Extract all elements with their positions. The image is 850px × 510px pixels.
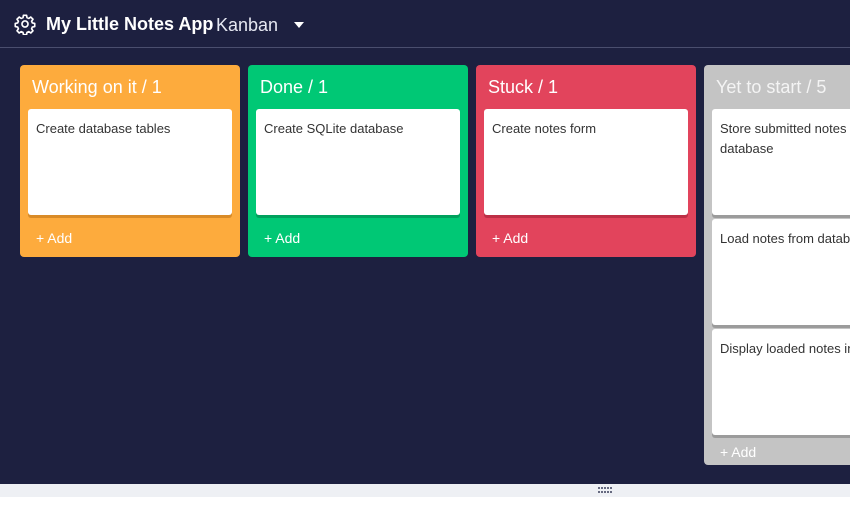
note-card[interactable]: Create SQLite database [256, 109, 460, 215]
add-note-button[interactable]: + Add [720, 443, 756, 461]
app-window: My Little Notes App Kanban Working on it… [0, 0, 850, 484]
note-card[interactable]: Load notes from databa [712, 219, 850, 325]
app-header: My Little Notes App Kanban [0, 0, 850, 48]
add-note-button[interactable]: + Add [264, 229, 300, 247]
column-done: Done / 1 Create SQLite database + Add [248, 65, 468, 257]
column-stuck: Stuck / 1 Create notes form + Add [476, 65, 696, 257]
kanban-board: Working on it / 1 Create database tables… [0, 49, 850, 484]
column-title: Working on it / 1 [32, 77, 162, 97]
app-title: My Little Notes App [46, 14, 214, 34]
add-note-button[interactable]: + Add [492, 229, 528, 247]
caret-down-icon [294, 22, 305, 28]
column-title: Stuck / 1 [488, 77, 559, 97]
note-card[interactable]: Display loaded notes in [712, 329, 850, 435]
view-selector-label: Kanban [216, 15, 279, 35]
gear-icon[interactable] [14, 13, 36, 35]
column-title: Yet to start / 5 [716, 77, 827, 97]
add-note-button[interactable]: + Add [36, 229, 72, 247]
column-yet-to-start: Yet to start / 5 Store submitted notes i… [704, 65, 850, 465]
column-working-on-it: Working on it / 1 Create database tables… [20, 65, 240, 257]
resize-footer [0, 484, 850, 497]
note-card[interactable]: Create database tables [28, 109, 232, 215]
column-title: Done / 1 [260, 77, 329, 97]
note-card[interactable]: Create notes form [484, 109, 688, 215]
view-selector[interactable]: Kanban [216, 13, 305, 37]
drag-handle-icon[interactable] [598, 487, 612, 493]
note-card[interactable]: Store submitted notes i database [712, 109, 850, 215]
